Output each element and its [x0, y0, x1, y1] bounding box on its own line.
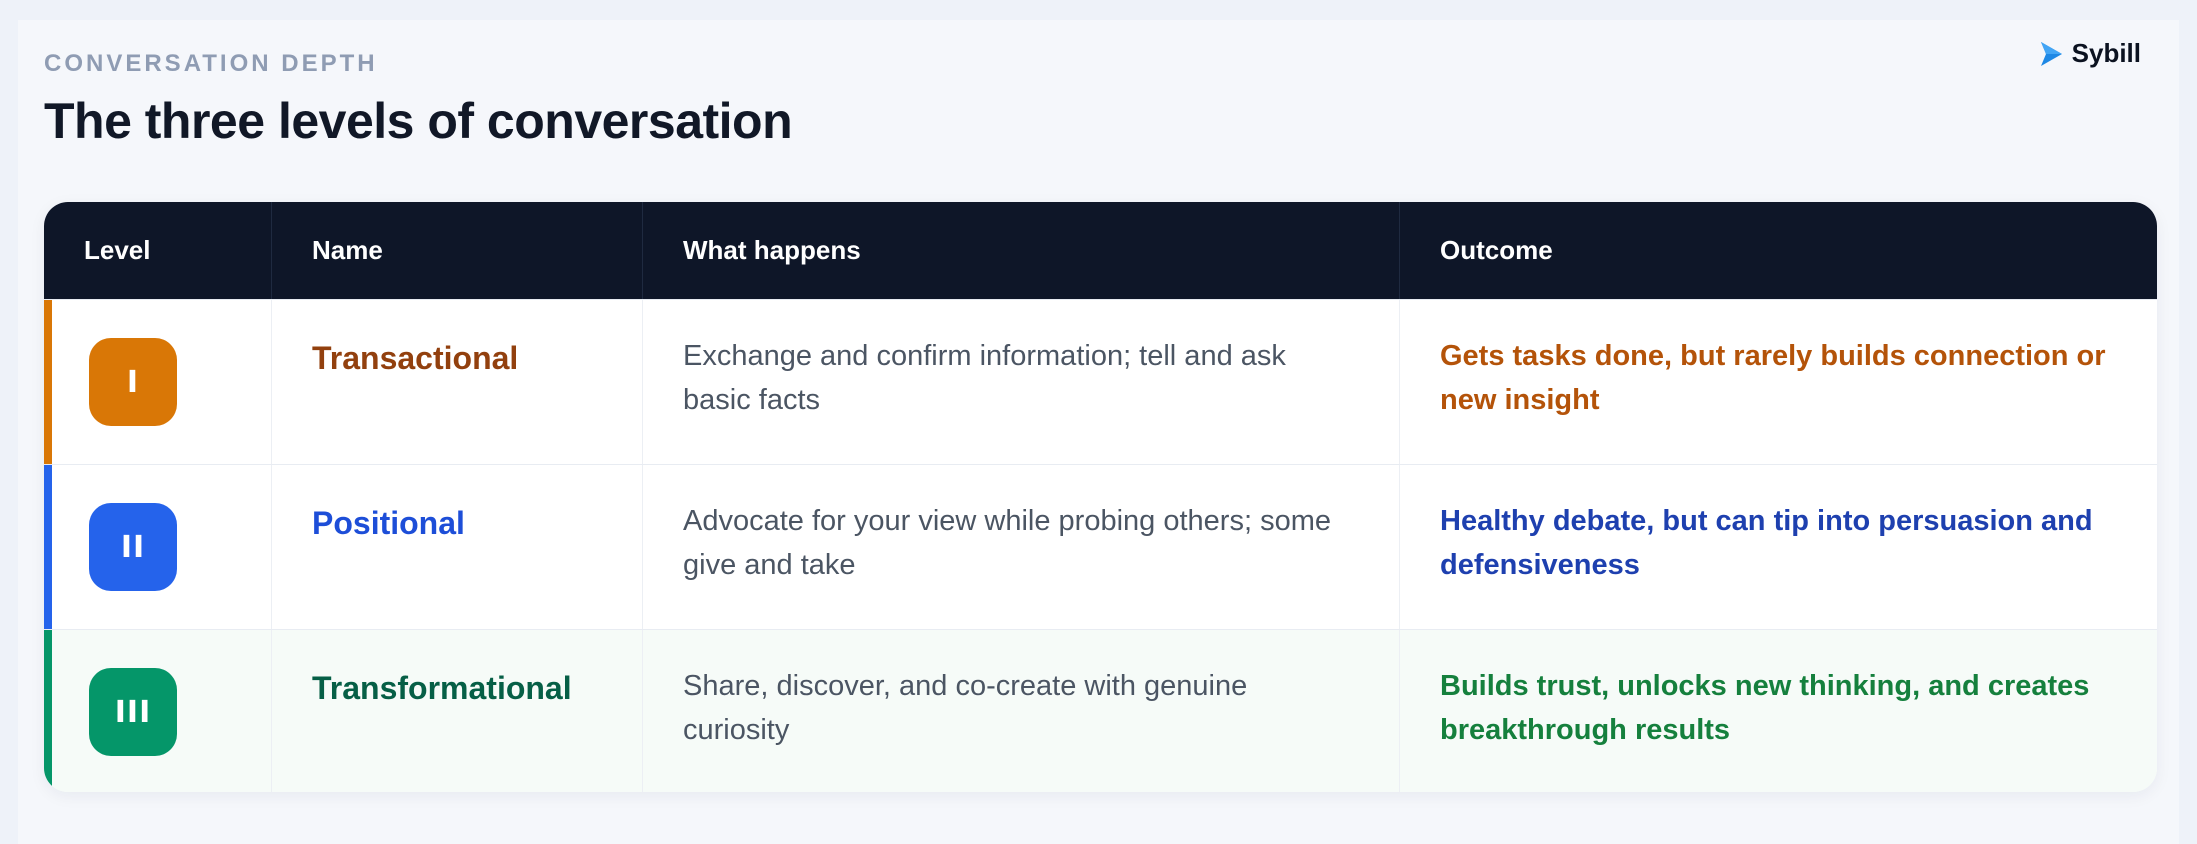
outcome-text: Gets tasks done, but rarely builds conne…	[1440, 340, 2106, 416]
level-name: Transactional	[272, 300, 643, 464]
column-header-outcome: Outcome	[1440, 235, 1553, 265]
row-accent-bar	[44, 465, 52, 629]
brand-logo: Sybill	[2036, 38, 2141, 69]
column-header-what-happens: What happens	[643, 202, 1400, 299]
table-row: III Transformational Share, discover, an…	[44, 629, 2157, 792]
what-happens-text: Exchange and confirm information; tell a…	[643, 300, 1400, 464]
level-name: Transformational	[272, 630, 643, 792]
table-header-row: Level Name What happens Outcome	[44, 202, 2157, 299]
level-badge: III	[89, 668, 177, 756]
row-accent-bar	[44, 630, 52, 792]
what-happens-text: Share, discover, and co-create with genu…	[643, 630, 1400, 792]
page-title: The three levels of conversation	[44, 93, 793, 149]
section-eyebrow: CONVERSATION DEPTH	[44, 50, 378, 77]
level-cell: II	[44, 465, 272, 629]
levels-table: Level Name What happens Outcome I Transa…	[44, 202, 2157, 792]
column-header-level: Level	[44, 202, 272, 299]
row-accent-bar	[44, 300, 52, 464]
table-row: I Transactional Exchange and confirm inf…	[44, 299, 2157, 464]
level-badge: II	[89, 503, 177, 591]
slide-card: CONVERSATION DEPTH The three levels of c…	[18, 20, 2179, 844]
column-header-name: Name	[272, 202, 643, 299]
outcome-text: Builds trust, unlocks new thinking, and …	[1440, 670, 2090, 746]
what-happens-text: Advocate for your view while probing oth…	[643, 465, 1400, 629]
level-name: Positional	[272, 465, 643, 629]
level-badge: I	[89, 338, 177, 426]
level-cell: III	[44, 630, 272, 792]
outcome-text: Healthy debate, but can tip into persuas…	[1440, 505, 2093, 581]
brand-name: Sybill	[2071, 38, 2141, 68]
level-cell: I	[44, 300, 272, 464]
table-row: II Positional Advocate for your view whi…	[44, 464, 2157, 629]
play-arrow-logo-icon	[2040, 41, 2062, 66]
